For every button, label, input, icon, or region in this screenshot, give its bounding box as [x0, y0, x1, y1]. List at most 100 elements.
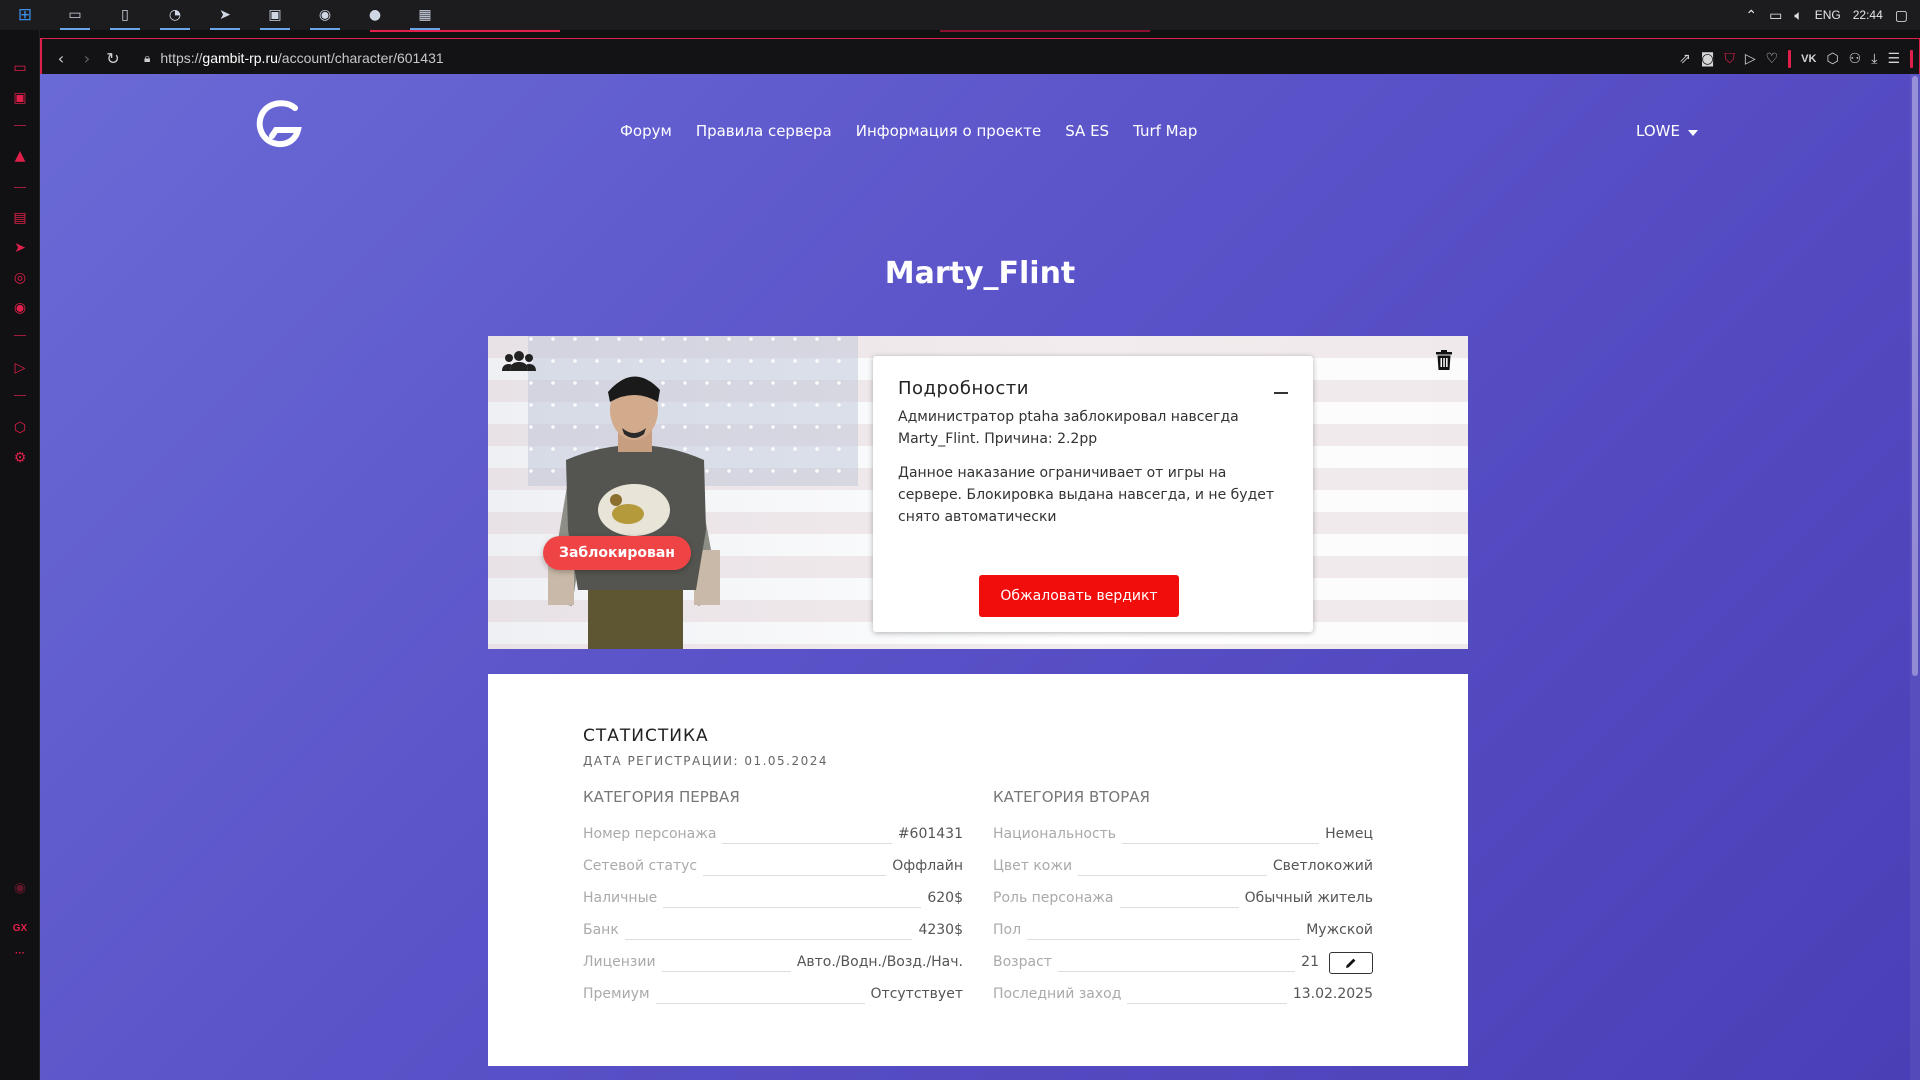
- telegram-icon[interactable]: ➤: [0, 235, 40, 261]
- stat-row-last-login: Последний заход 13.02.2025: [993, 986, 1373, 1004]
- scrollbar-thumb[interactable]: [1912, 76, 1918, 676]
- profile-icon[interactable]: ⚇: [1849, 51, 1862, 67]
- nav-server-rules[interactable]: Правила сервера: [696, 122, 832, 140]
- character-card: Заблокирован Подробности Администратор p…: [488, 336, 1468, 649]
- gambit-logo[interactable]: [250, 94, 310, 154]
- discord-icon[interactable]: ◉: [300, 0, 350, 30]
- shield-icon[interactable]: ⛉: [1724, 51, 1735, 67]
- registration-date: ДАТА РЕГИСТРАЦИИ: 01.05.2024: [583, 754, 829, 768]
- statistics-card: СТАТИСТИКА ДАТА РЕГИСТРАЦИИ: 01.05.2024 …: [488, 674, 1468, 1066]
- tab-indicator: [940, 30, 1150, 32]
- url-field[interactable]: https://gambit-rp.ru/account/character/6…: [160, 50, 443, 66]
- browser-window: ‹ › ↻ 🔒︎ https://gambit-rp.ru/account/ch…: [40, 30, 1920, 1080]
- category-first: КАТЕГОРИЯ ПЕРВАЯ Номер персонажа #601431 …: [583, 788, 963, 1018]
- nav-forum[interactable]: Форум: [620, 122, 672, 140]
- camera-icon[interactable]: ◙: [1701, 51, 1715, 67]
- app-circle-icon[interactable]: ●: [350, 0, 400, 30]
- game-app-icon[interactable]: ▦: [400, 0, 450, 30]
- stat-row-character-number: Номер персонажа #601431: [583, 826, 963, 844]
- address-bar: ‹ › ↻ 🔒︎ https://gambit-rp.ru/account/ch…: [40, 38, 1920, 78]
- nav-project-info[interactable]: Информация о проекте: [856, 122, 1042, 140]
- sidebar-divider: [14, 187, 26, 188]
- user-menu[interactable]: LOWE: [1636, 122, 1698, 140]
- discord-icon[interactable]: ◉: [0, 295, 40, 321]
- sidebar-divider: [14, 395, 26, 396]
- telegram-icon[interactable]: ➤: [200, 0, 250, 30]
- sidebar-divider: [14, 335, 26, 336]
- windows-taskbar: ⊞ ▭ ▯ ◔ ➤ ▣ ◉ ● ▦ ⌃ ▭ 🔈︎ ENG 22:44 ▢: [0, 0, 1920, 30]
- toolbar-divider: [1788, 50, 1792, 68]
- chevron-up-icon[interactable]: ⌃: [1745, 7, 1757, 24]
- stat-row-network-status: Сетевой статус Оффлайн: [583, 858, 963, 876]
- back-icon[interactable]: ‹: [48, 38, 74, 78]
- edit-age-button[interactable]: [1329, 952, 1373, 974]
- nav-sa-es[interactable]: SA ES: [1065, 122, 1109, 140]
- user-name: LOWE: [1636, 122, 1680, 140]
- toolbar-divider: [1910, 50, 1913, 68]
- vk-icon[interactable]: VK: [1801, 53, 1816, 65]
- settings-icon[interactable]: ⚙: [0, 445, 40, 471]
- statistics-title: СТАТИСТИКА: [583, 726, 709, 746]
- reload-icon[interactable]: ↻: [100, 38, 126, 78]
- twitch-icon[interactable]: ▤: [0, 205, 40, 231]
- network-icon[interactable]: ▭: [1769, 7, 1782, 24]
- download-icon[interactable]: ⤓: [1871, 51, 1877, 67]
- category-title: КАТЕГОРИЯ ПЕРВАЯ: [583, 788, 740, 806]
- details-title: Подробности: [898, 378, 1029, 399]
- caret-down-icon: [1687, 129, 1698, 136]
- page-viewport: Форум Правила сервера Информация о проек…: [40, 74, 1920, 1080]
- steam-icon[interactable]: ◔: [150, 0, 200, 30]
- file-explorer-icon[interactable]: ▭: [50, 0, 100, 30]
- stat-row-character-role: Роль персонажа Обычный житель: [993, 890, 1373, 908]
- trash-icon[interactable]: [1436, 350, 1452, 370]
- cube-icon[interactable]: ⬡: [1826, 51, 1838, 67]
- appeal-verdict-button[interactable]: Обжаловать вердикт: [979, 575, 1179, 617]
- gx-control-icon[interactable]: ▭: [0, 55, 40, 81]
- stat-row-age: Возраст 21: [993, 952, 1373, 986]
- page-scrollbar[interactable]: [1910, 74, 1920, 1080]
- stat-row-bank: Банк 4230$: [583, 922, 963, 940]
- gx-mail-icon[interactable]: ▣: [0, 85, 40, 111]
- stat-row-nationality: Национальность Немец: [993, 826, 1373, 844]
- character-skin-image: [548, 376, 720, 649]
- volume-icon[interactable]: 🔈︎: [1794, 7, 1802, 24]
- stat-row-cash: Наличные 620$: [583, 890, 963, 908]
- more-icon[interactable]: ···: [0, 948, 40, 959]
- site-nav: Форум Правила сервера Информация о проек…: [620, 122, 1197, 140]
- character-name: Marty_Flint: [884, 256, 1076, 291]
- gx-logo-icon[interactable]: ◉: [0, 875, 40, 901]
- collapse-icon[interactable]: [1274, 392, 1288, 394]
- stat-row-gender: Пол Мужской: [993, 922, 1373, 940]
- pencil-icon: [1346, 958, 1356, 968]
- stat-row-skin-color: Цвет кожи Светлокожий: [993, 858, 1373, 876]
- document-icon[interactable]: ▯: [100, 0, 150, 30]
- cube-icon[interactable]: ⬡: [0, 415, 40, 441]
- stat-row-premium: Премиум Отсутствует: [583, 986, 963, 1004]
- share-icon[interactable]: ⇗: [1679, 51, 1691, 67]
- gx-label[interactable]: GX: [0, 923, 40, 934]
- forward-icon[interactable]: ›: [74, 38, 100, 78]
- stat-row-licenses: Лицензии Авто./Водн./Возд./Нач.: [583, 954, 963, 972]
- player-icon[interactable]: ▷: [0, 355, 40, 381]
- ban-description-text: Данное наказание ограничивает от игры на…: [898, 465, 1275, 525]
- nav-turf-map[interactable]: Turf Map: [1133, 122, 1197, 140]
- heart-icon[interactable]: ♡: [1766, 51, 1779, 67]
- active-tab-indicator: [370, 30, 560, 32]
- category-second: КАТЕГОРИЯ ВТОРАЯ Национальность Немец Цве…: [993, 788, 1373, 1018]
- lock-icon[interactable]: 🔒︎: [144, 51, 150, 66]
- language-indicator[interactable]: ENG: [1815, 8, 1841, 22]
- send-icon[interactable]: ▷: [1745, 51, 1756, 67]
- banned-badge: Заблокирован: [543, 536, 691, 570]
- app-window-icon[interactable]: ▣: [250, 0, 300, 30]
- instagram-icon[interactable]: ◎: [0, 265, 40, 291]
- windows-start-icon[interactable]: ⊞: [0, 0, 50, 30]
- clock[interactable]: 22:44: [1853, 8, 1883, 22]
- notifications-icon[interactable]: ▢: [1895, 7, 1908, 24]
- menu-icon[interactable]: ☰: [1887, 51, 1900, 67]
- category-title: КАТЕГОРИЯ ВТОРАЯ: [993, 788, 1150, 806]
- sidebar-divider: [14, 125, 26, 126]
- ban-reason-text: Администратор ptaha заблокировал навсегд…: [898, 409, 1239, 447]
- browser-sidebar: ▭ ▣ ▲ ▤ ➤ ◎ ◉ ▷ ⬡ ⚙ ◉ GX ···: [0, 30, 40, 1080]
- details-panel: Подробности Администратор ptaha заблокир…: [873, 356, 1313, 632]
- gx-corner-icon[interactable]: ▲: [0, 143, 40, 169]
